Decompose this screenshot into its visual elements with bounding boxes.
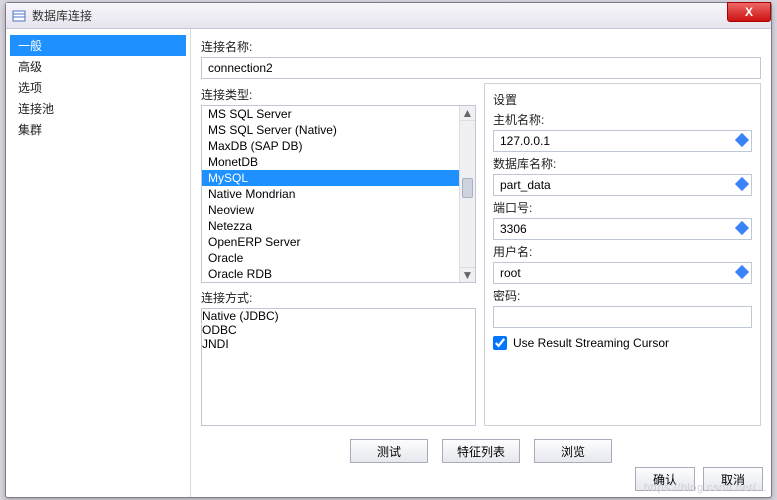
port-input[interactable]	[493, 218, 752, 240]
list-item[interactable]: ODBC	[202, 323, 475, 337]
titlebar[interactable]: 数据库连接 X	[6, 3, 771, 29]
test-button[interactable]: 测试	[350, 439, 428, 463]
access-method-list[interactable]: Native (JDBC) ODBC JNDI	[201, 308, 476, 426]
cancel-button[interactable]: 取消	[703, 467, 763, 491]
access-method-label: 连接方式:	[201, 289, 476, 306]
list-item[interactable]: MaxDB (SAP DB)	[202, 138, 475, 154]
list-item[interactable]: MonetDB	[202, 154, 475, 170]
list-item[interactable]: Netezza	[202, 218, 475, 234]
connection-name-label: 连接名称:	[201, 38, 761, 55]
list-item[interactable]: Oracle	[202, 250, 475, 266]
list-item[interactable]: Native Mondrian	[202, 186, 475, 202]
list-item[interactable]: JNDI	[202, 337, 475, 351]
password-input[interactable]	[493, 306, 752, 328]
port-label: 端口号:	[493, 199, 752, 216]
list-scrollbar[interactable]: ▲ ▼	[459, 106, 475, 282]
checkbox-label: Use Result Streaming Cursor	[513, 336, 669, 350]
list-item[interactable]: MS SQL Server (Native)	[202, 122, 475, 138]
sidebar-item-general[interactable]: 一般	[10, 35, 186, 56]
checkbox-input[interactable]	[493, 336, 507, 350]
category-sidebar: 一般 高级 选项 连接池 集群	[6, 29, 191, 497]
sidebar-item-advanced[interactable]: 高级	[10, 56, 186, 77]
app-icon	[12, 9, 26, 23]
database-input[interactable]	[493, 174, 752, 196]
list-item[interactable]: Oracle RDB	[202, 266, 475, 282]
dialog-body: 一般 高级 选项 连接池 集群 连接名称: 连接类型: MS SQL Serve…	[6, 29, 771, 497]
left-column: 连接类型: MS SQL Server MS SQL Server (Nativ…	[201, 83, 476, 426]
list-item[interactable]: Native (JDBC)	[202, 309, 475, 323]
host-label: 主机名称:	[493, 111, 752, 128]
scroll-thumb[interactable]	[462, 178, 473, 198]
dialog-footer: 确认 取消	[635, 467, 763, 491]
username-input[interactable]	[493, 262, 752, 284]
list-item[interactable]: OpenERP Server	[202, 234, 475, 250]
database-label: 数据库名称:	[493, 155, 752, 172]
list-item[interactable]: Palo MOLAP Server	[202, 282, 475, 283]
streaming-cursor-checkbox[interactable]: Use Result Streaming Cursor	[493, 336, 752, 350]
scroll-up-icon[interactable]: ▲	[460, 106, 475, 121]
close-button[interactable]: X	[727, 2, 771, 22]
connection-name-input[interactable]	[201, 57, 761, 79]
ok-button[interactable]: 确认	[635, 467, 695, 491]
dialog-window: 数据库连接 X 一般 高级 选项 连接池 集群 连接名称: 连接类型: MS S…	[5, 2, 772, 498]
settings-label: 设置	[493, 91, 752, 108]
settings-panel: 设置 主机名称: 数据库名称: 端口号: 用户名: 密码: Use Result…	[484, 83, 761, 426]
sidebar-item-cluster[interactable]: 集群	[10, 119, 186, 140]
scroll-down-icon[interactable]: ▼	[460, 267, 475, 282]
sidebar-item-pooling[interactable]: 连接池	[10, 98, 186, 119]
main-panel: 连接名称: 连接类型: MS SQL Server MS SQL Server …	[191, 29, 771, 497]
sidebar-item-options[interactable]: 选项	[10, 77, 186, 98]
host-input[interactable]	[493, 130, 752, 152]
connection-type-list[interactable]: MS SQL Server MS SQL Server (Native) Max…	[201, 105, 476, 283]
list-item[interactable]: Neoview	[202, 202, 475, 218]
feature-list-button[interactable]: 特征列表	[442, 439, 520, 463]
action-buttons: 测试 特征列表 浏览	[191, 439, 771, 463]
browse-button[interactable]: 浏览	[534, 439, 612, 463]
connection-type-label: 连接类型:	[201, 86, 476, 103]
window-title: 数据库连接	[32, 7, 92, 24]
list-item[interactable]: MS SQL Server	[202, 106, 475, 122]
list-item[interactable]: MySQL	[202, 170, 475, 186]
password-label: 密码:	[493, 287, 752, 304]
username-label: 用户名:	[493, 243, 752, 260]
